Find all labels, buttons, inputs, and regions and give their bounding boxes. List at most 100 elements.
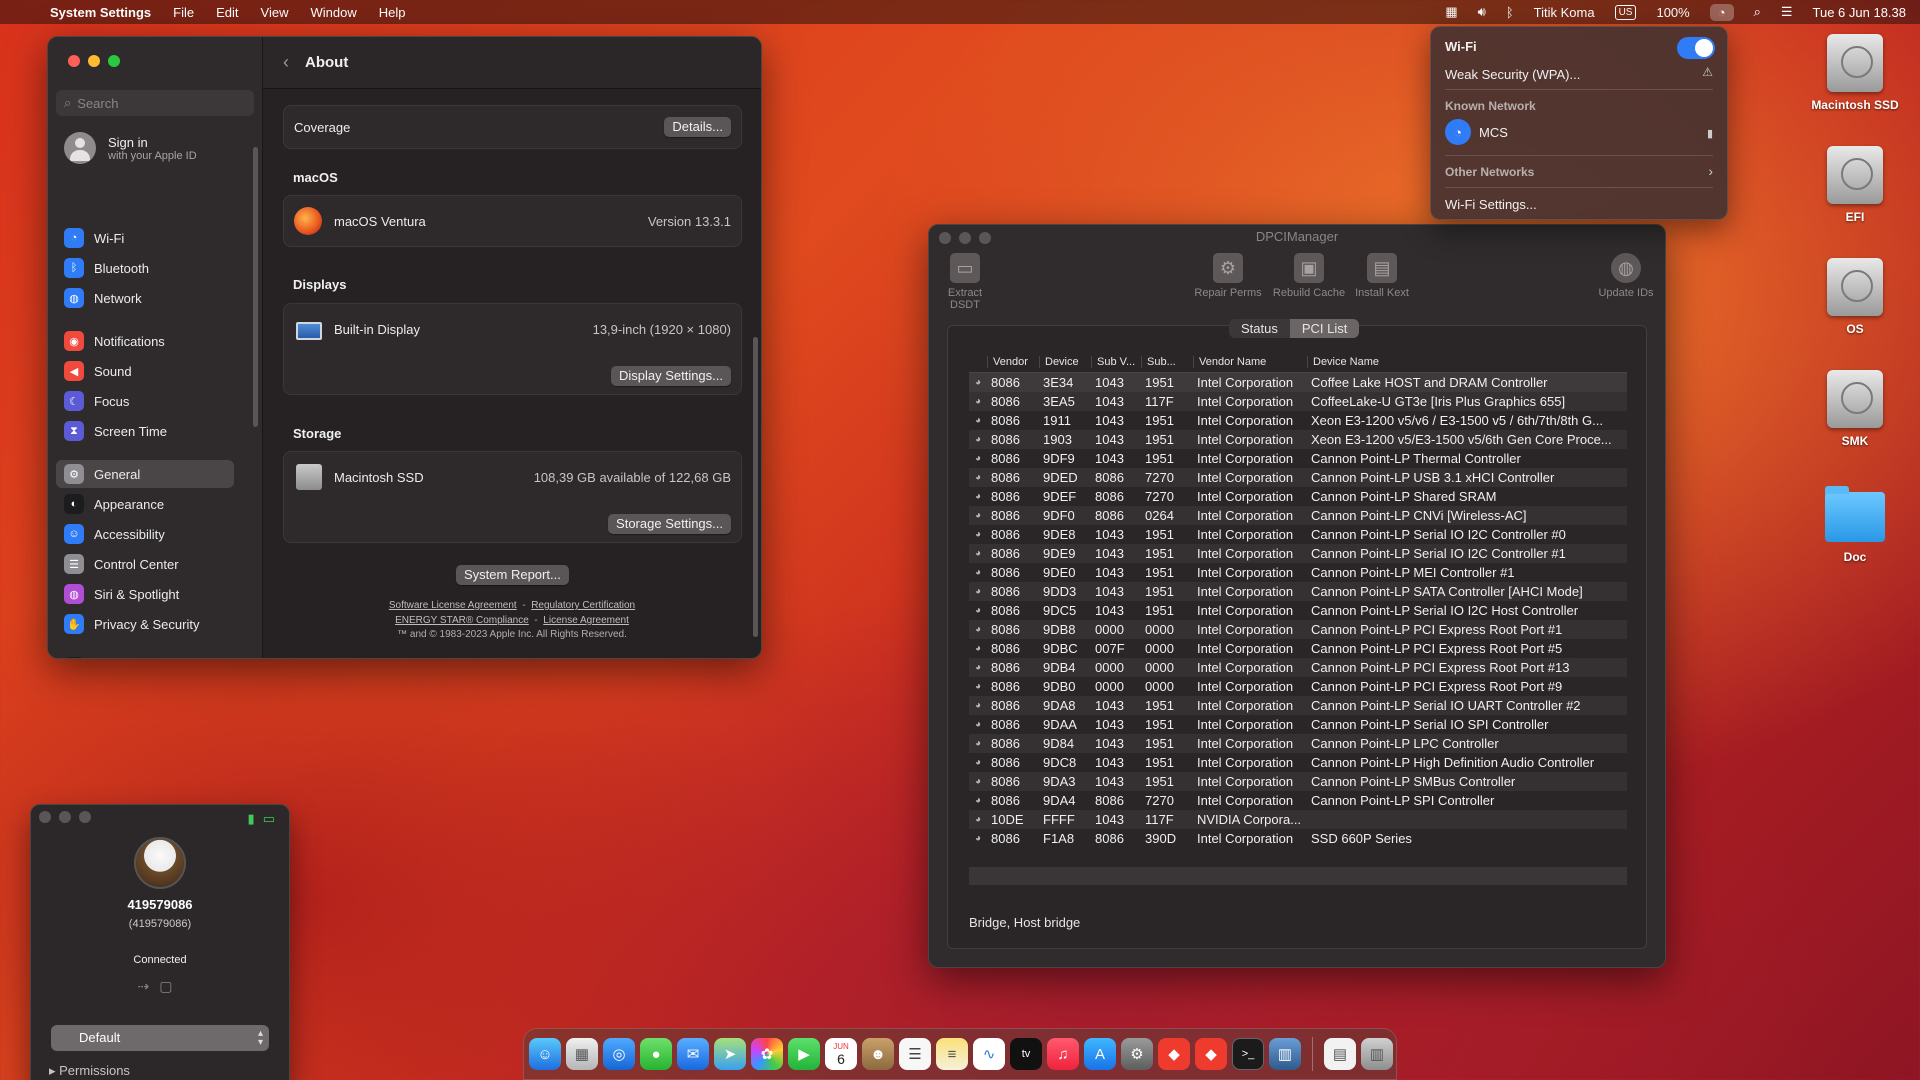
extract-dsdt-button[interactable]: ▭ Extract DSDT [933,253,997,311]
desktop-icon-macintosh-ssd[interactable]: Macintosh SSD [1800,34,1910,112]
table-row[interactable]: ◕ 8086 9DE0 1043 1951 Intel Corporation Cannon… [969,563,1627,582]
table-row[interactable]: ◕ 8086 3E34 1043 1951 Intel Corporation Coffee… [969,373,1627,392]
sidebar-item-desktop-dock[interactable]: ▭Desktop & Dock [56,653,234,658]
close-button[interactable] [68,55,80,67]
sidebar-item-focus[interactable]: ☾ Focus [56,387,234,415]
wifi-status-icon[interactable]: ◔ [1709,3,1734,21]
weak-security-item[interactable]: Weak Security (WPA)... [1445,67,1580,82]
system-report-button[interactable]: System Report... [456,565,569,585]
col-device[interactable]: Device [1039,355,1091,368]
bluetooth-status-icon[interactable]: ᛒ [1506,5,1514,20]
network-mcs[interactable]: ◔ MCS [1445,119,1508,145]
table-row[interactable]: ◕ 8086 9DBC 007F 0000 Intel Corporation Cannon… [969,639,1627,658]
table-row[interactable]: ◕ 8086 9DAA 1043 1951 Intel Corporation Cannon… [969,715,1627,734]
close-button[interactable] [39,811,51,823]
table-row[interactable]: ◕ 8086 3EA5 1043 117F Intel Corporation Coffee… [969,392,1627,411]
search-field[interactable]: ⌕ Search [56,90,254,116]
col-vendor-name[interactable]: Vendor Name [1193,355,1307,368]
sidebar-item-control-center[interactable]: ☰ Control Center [56,550,234,578]
table-row[interactable]: ◕ 8086 9DB4 0000 0000 Intel Corporation Cannon… [969,658,1627,677]
table-row[interactable]: ◕ 8086 9DF0 8086 0264 Intel Corporation Cannon… [969,506,1627,525]
system-settings-icon[interactable]: ⚙ [1121,1038,1153,1070]
reminders-icon[interactable]: ☰ [899,1038,931,1070]
calendar-icon[interactable]: JUN 6 [825,1038,857,1070]
sidebar-item-appearance[interactable]: ◐ Appearance [56,490,234,518]
menu-file[interactable]: File [173,5,194,20]
sidebar-item-network[interactable]: ◍ Network [56,284,234,312]
sidebar-item-general[interactable]: ⚙ General [56,460,234,488]
control-center-icon[interactable]: ☰ [1781,4,1793,20]
document-icon[interactable]: ▤ [1324,1038,1356,1070]
battery-percent[interactable]: 100% [1656,5,1689,20]
menu-window[interactable]: Window [310,5,356,20]
sidebar-item-accessibility[interactable]: ☺ Accessibility [56,520,234,548]
profile-dropdown[interactable]: Default ▴ ▾ [51,1025,269,1051]
maps-icon[interactable]: ➤ [714,1038,746,1070]
zoom-button[interactable] [108,55,120,67]
sidebar-item-wi-fi[interactable]: ◔ Wi-Fi [56,224,234,252]
chat-icon[interactable]: ▢ [159,978,182,994]
details-button[interactable]: Details... [664,117,731,137]
mail-icon[interactable]: ✉ [677,1038,709,1070]
desktop-icon-os[interactable]: OS [1800,258,1910,336]
appstore-icon[interactable]: A [1084,1038,1116,1070]
terminal-icon[interactable]: >_ [1232,1038,1264,1070]
col-sub-device[interactable]: Sub... [1141,355,1193,368]
sidebar-item-sound[interactable]: ◀ Sound [56,357,234,385]
other-networks-item[interactable]: Other Networks [1445,165,1534,179]
table-row[interactable]: ◕ 8086 9DB0 0000 0000 Intel Corporation Cannon… [969,677,1627,696]
wifi-settings-item[interactable]: Wi-Fi Settings... [1445,197,1537,212]
anydesk-icon[interactable]: ◆ [1158,1038,1190,1070]
col-vendor[interactable]: Vendor [987,355,1039,368]
menu-view[interactable]: View [261,5,289,20]
appletv-icon[interactable]: tv [1010,1038,1042,1070]
content-scrollbar[interactable] [753,337,758,637]
table-row[interactable]: ◕ 8086 9DC8 1043 1951 Intel Corporation Cannon… [969,753,1627,772]
rebuild-cache-button[interactable]: ▣ Rebuild Cache [1269,253,1349,299]
sidebar-scrollbar[interactable] [253,147,258,427]
screen-icon[interactable]: ▦ [1445,4,1457,20]
table-row[interactable]: ◕ 8086 9DEF 8086 7270 Intel Corporation Cannon… [969,487,1627,506]
music-icon[interactable]: ♫ [1047,1038,1079,1070]
spotlight-icon[interactable]: ⌕ [1754,4,1761,20]
permissions-disclosure[interactable]: ▸ Permissions [49,1063,130,1079]
messages-icon[interactable]: ● [640,1038,672,1070]
software-license-link[interactable]: Software License Agreement [389,600,517,611]
photos-icon[interactable]: ✿ [751,1038,783,1070]
table-row[interactable]: ◕ 8086 9DB8 0000 0000 Intel Corporation Cannon… [969,620,1627,639]
desktop-icon-efi[interactable]: EFI [1800,146,1910,224]
repair-perms-button[interactable]: ⚙ Repair Perms [1191,253,1265,299]
table-row[interactable]: ◕ 8086 9DA4 8086 7270 Intel Corporation Cannon… [969,791,1627,810]
contacts-icon[interactable]: ☻ [862,1038,894,1070]
menu-app-name[interactable]: System Settings [50,5,151,20]
trash-icon[interactable]: ▥ [1361,1038,1393,1070]
back-chevron-icon[interactable]: ‹ [283,52,289,73]
col-sub-vendor[interactable]: Sub V... [1091,355,1141,368]
regulatory-link[interactable]: Regulatory Certification [531,600,635,611]
install-kext-button[interactable]: ▤ Install Kext [1347,253,1417,299]
desktop-icon-doc[interactable]: Doc [1800,486,1910,564]
table-row[interactable]: ◕ 8086 9D84 1043 1951 Intel Corporation Cannon… [969,734,1627,753]
clock[interactable]: Tue 6 Jun 18.38 [1813,5,1906,20]
col-device-name[interactable]: Device Name [1307,355,1627,368]
license-agreement-link[interactable]: License Agreement [543,615,629,626]
sidebar-item-screen-time[interactable]: ⧗ Screen Time [56,417,234,445]
dpcimanager-icon[interactable]: ▥ [1269,1038,1301,1070]
display-settings-button[interactable]: Display Settings... [610,366,731,386]
table-row[interactable]: ◕ 8086 1903 1043 1951 Intel Corporation Xeon E… [969,430,1627,449]
menu-help[interactable]: Help [379,5,406,20]
table-row[interactable]: ◕ 8086 9DC5 1043 1951 Intel Corporation Cannon… [969,601,1627,620]
update-ids-button[interactable]: ◍ Update IDs [1593,253,1659,299]
freeform-icon[interactable]: ∿ [973,1038,1005,1070]
minimize-button[interactable] [88,55,100,67]
finder-icon[interactable]: ☺ [529,1038,561,1070]
sidebar-item-notifications[interactable]: ◉ Notifications [56,327,234,355]
wifi-toggle[interactable] [1677,37,1715,59]
table-row[interactable]: ◕ 8086 9DA3 1043 1951 Intel Corporation Cannon… [969,772,1627,791]
tab-pci-list[interactable]: PCI List [1289,319,1360,338]
tab-status[interactable]: Status [1229,319,1290,338]
table-row[interactable]: ◕ 8086 9DA8 1043 1951 Intel Corporation Cannon… [969,696,1627,715]
desktop-icon-smk[interactable]: SMK [1800,370,1910,448]
facetime-icon[interactable]: ▶ [788,1038,820,1070]
table-row[interactable]: ◕ 8086 F1A8 8086 390D Intel Corporation SSD 66… [969,829,1627,848]
